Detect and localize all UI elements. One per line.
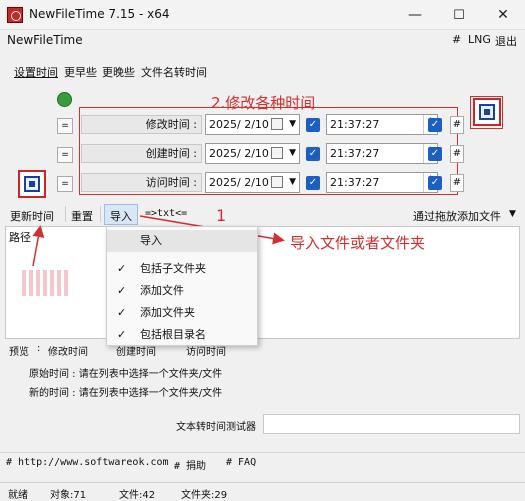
menu-item-include-subfolders[interactable]: ✓ 包括子文件夹 xyxy=(107,258,257,280)
check-icon: ✓ xyxy=(117,262,127,275)
menu-item-include-root-name[interactable]: ✓ 包括根目录名 xyxy=(107,324,257,346)
check-icon: ✓ xyxy=(117,306,127,319)
menu-item-add-files[interactable]: ✓ 添加文件 xyxy=(107,280,257,302)
menu-item-import[interactable]: 导入 xyxy=(107,230,257,252)
check-icon: ✓ xyxy=(117,328,127,341)
import-dropdown-menu: 导入 ✓ 包括子文件夹 ✓ 添加文件 ✓ 添加文件夹 ✓ 包括根目录名 xyxy=(106,226,258,346)
arrow-to-refresh xyxy=(32,225,45,267)
check-icon: ✓ xyxy=(117,284,127,297)
annotation-arrows xyxy=(32,215,285,267)
menu-item-add-folders[interactable]: ✓ 添加文件夹 xyxy=(107,302,257,324)
